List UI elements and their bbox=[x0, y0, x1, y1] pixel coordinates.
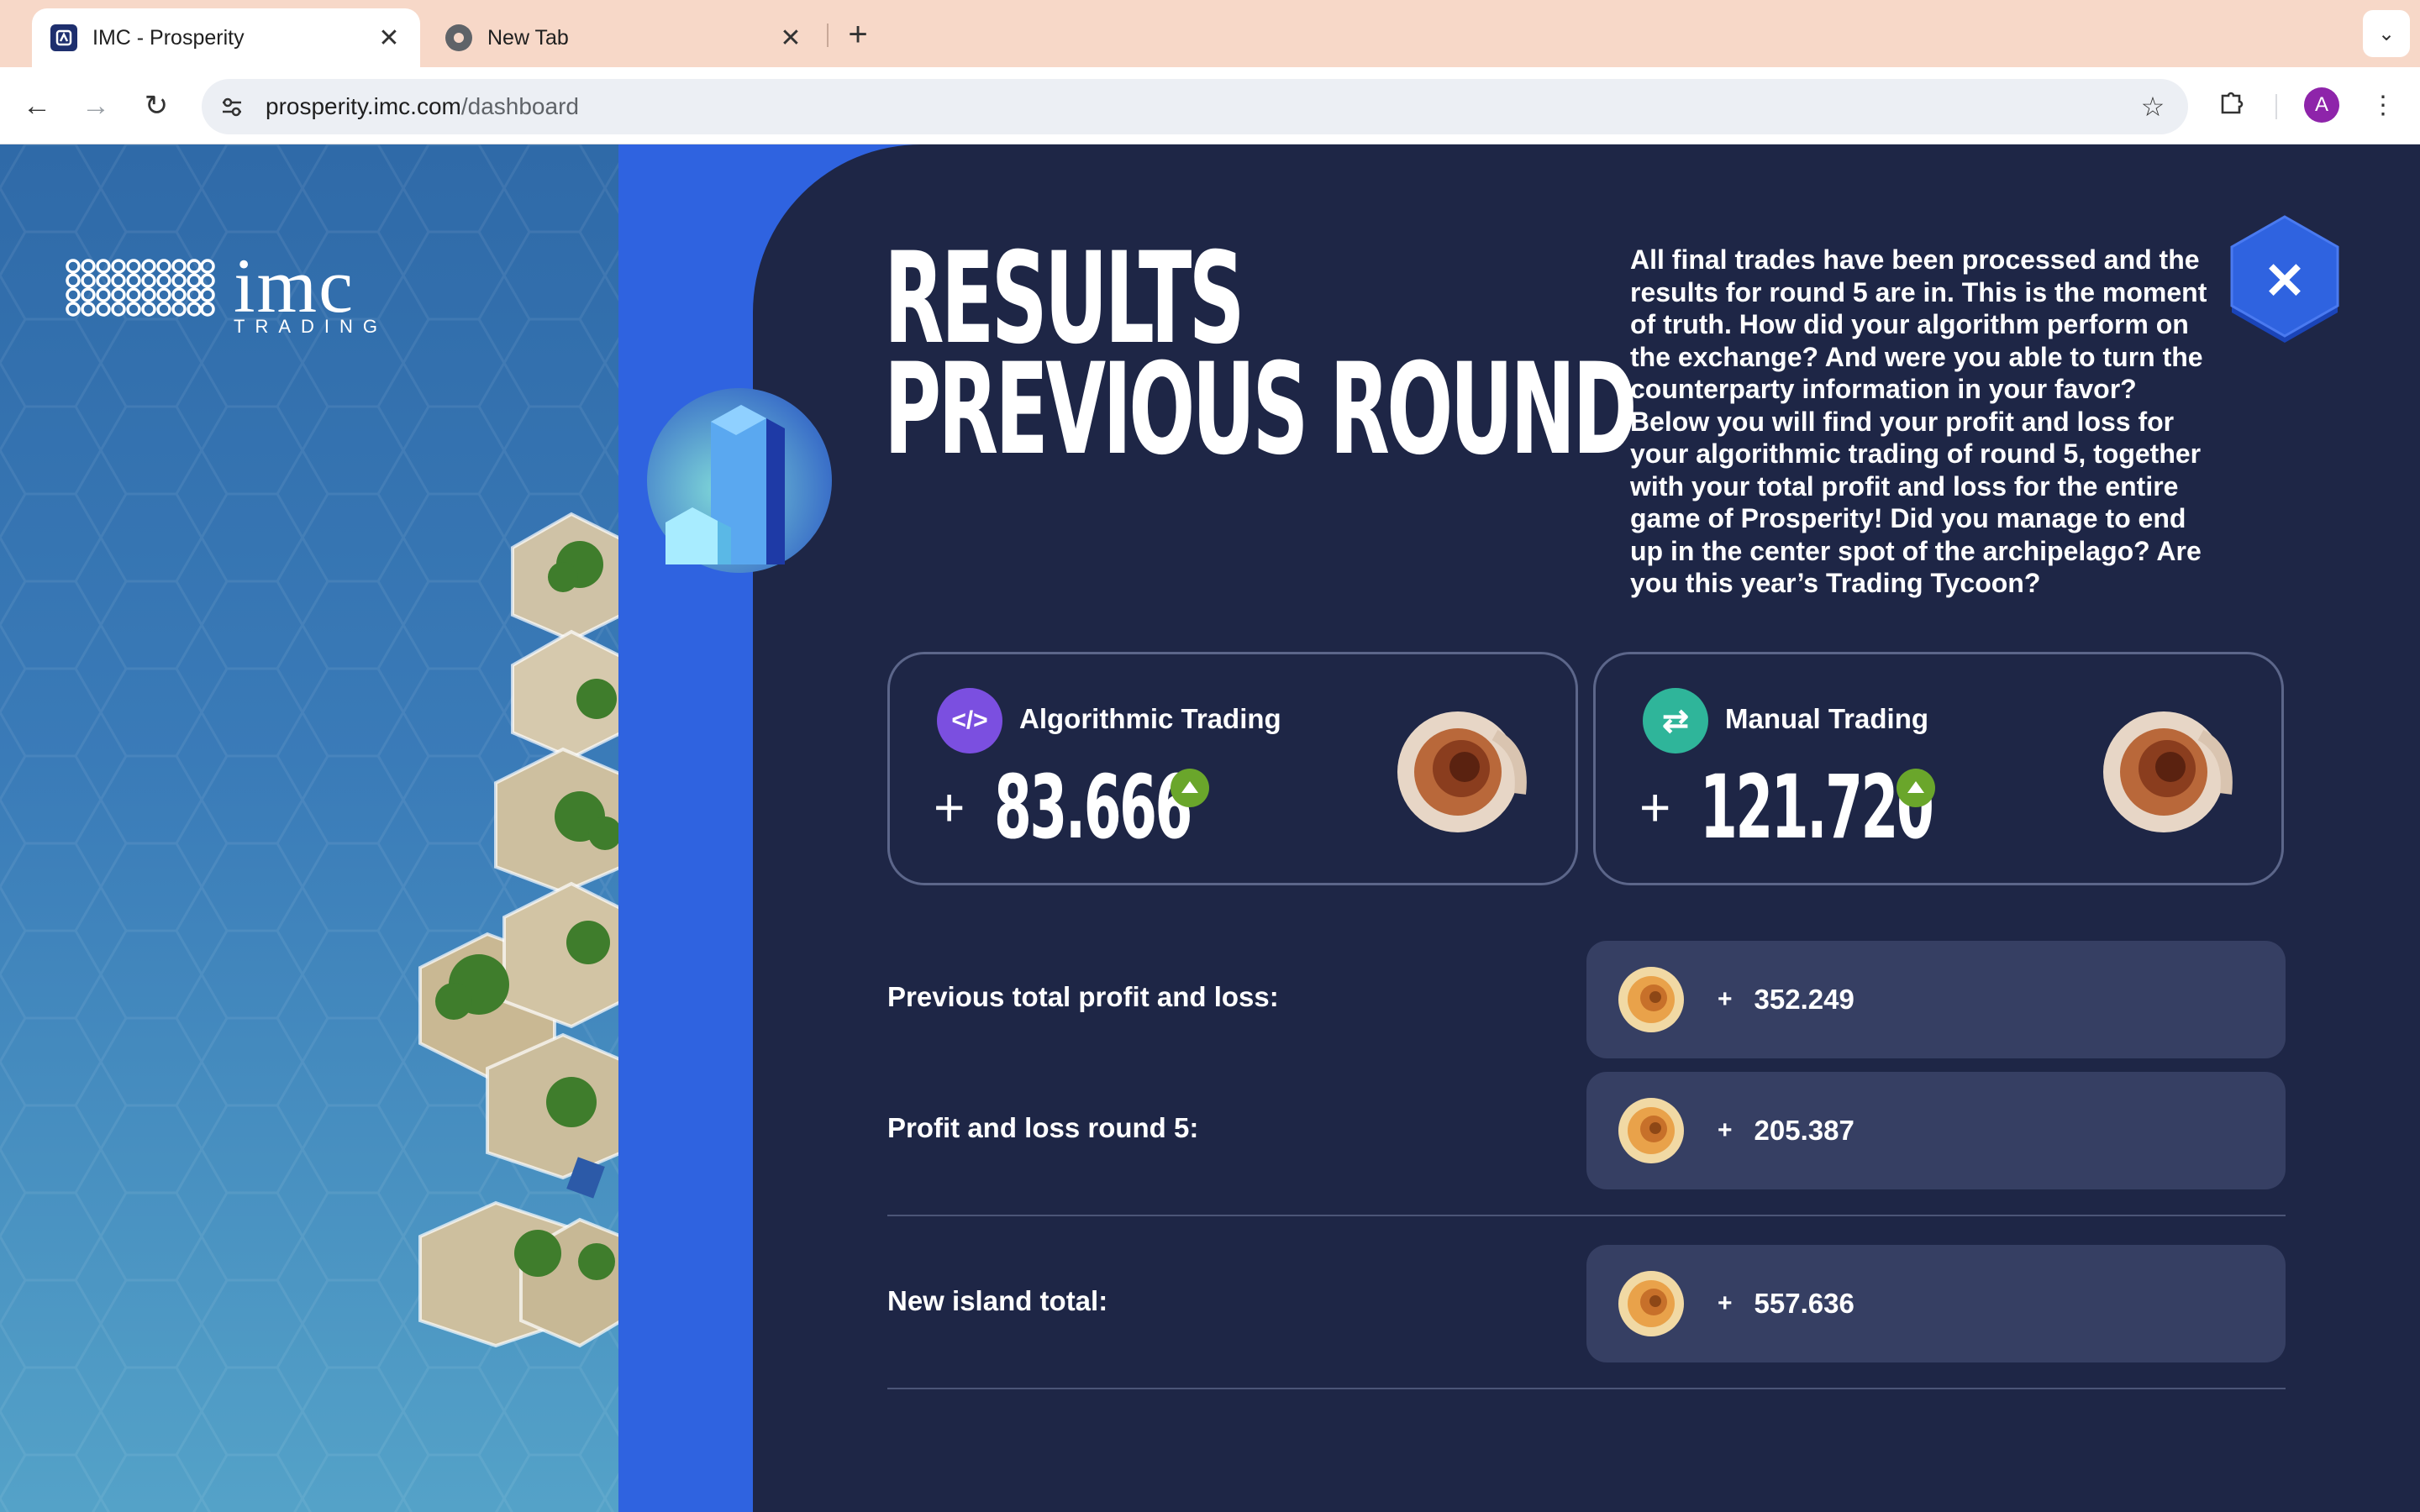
url-text: prosperity.imc.com/dashboard bbox=[266, 93, 2134, 120]
skyscraper-badge-icon bbox=[647, 388, 832, 573]
tab-search-chevron-icon[interactable]: ⌄ bbox=[2363, 10, 2410, 57]
title-line-2: PREVIOUS ROUND bbox=[884, 337, 1638, 483]
tab-imc-prosperity[interactable]: IMC - Prosperity ✕ bbox=[32, 8, 420, 67]
logo-imc-text: imc bbox=[234, 243, 355, 328]
reload-icon[interactable]: ↻ bbox=[138, 87, 175, 124]
shell-coin-icon bbox=[1618, 1098, 1684, 1163]
address-bar[interactable]: prosperity.imc.com/dashboard ☆ bbox=[202, 79, 2188, 134]
previous-total-label: Previous total profit and loss: bbox=[887, 981, 1279, 1012]
url-path: /dashboard bbox=[460, 93, 579, 119]
card-sign: + bbox=[934, 777, 965, 837]
close-x-icon: ✕ bbox=[2263, 253, 2307, 309]
card-sign: + bbox=[1639, 777, 1671, 837]
trend-up-icon bbox=[1171, 769, 1209, 807]
close-button[interactable]: ✕ bbox=[2225, 215, 2344, 348]
shell-coin-icon bbox=[1618, 967, 1684, 1032]
card-label: Manual Trading bbox=[1725, 703, 1929, 734]
url-host: prosperity.imc.com bbox=[266, 93, 461, 119]
value-sign: + bbox=[1718, 1289, 1733, 1317]
card-label: Algorithmic Trading bbox=[1019, 703, 1281, 734]
new-tab-plus-icon[interactable]: + bbox=[839, 15, 877, 54]
bookmark-star-icon[interactable]: ☆ bbox=[2134, 91, 2171, 123]
value-sign: + bbox=[1718, 985, 1733, 1013]
manual-trading-card: ⇄ Manual Trading + 121.720 bbox=[1593, 652, 2284, 885]
tab-title: IMC - Prosperity bbox=[92, 25, 245, 50]
round-pnl-value-pill: + 205.387 bbox=[1586, 1072, 2286, 1189]
intro-text: All final trades have been processed and… bbox=[1630, 244, 2207, 598]
card-value: 121.720 bbox=[1700, 756, 1934, 858]
island-total-value-pill: + 557.636 bbox=[1586, 1245, 2286, 1362]
value-amount: 205.387 bbox=[1754, 1115, 1854, 1146]
island-total-label: New island total: bbox=[887, 1285, 1108, 1316]
value-amount: 352.249 bbox=[1754, 984, 1854, 1015]
value-sign: + bbox=[1718, 1116, 1733, 1144]
round-pnl-label: Profit and loss round 5: bbox=[887, 1112, 1199, 1143]
tab-close-icon[interactable]: ✕ bbox=[376, 24, 402, 53]
imc-favicon-icon bbox=[50, 24, 77, 51]
page-title: RESULTS PREVIOUS ROUND bbox=[884, 236, 1638, 483]
tab-close-icon[interactable]: ✕ bbox=[778, 24, 803, 53]
back-arrow-icon[interactable]: ← bbox=[18, 87, 55, 124]
tab-title: New Tab bbox=[487, 25, 569, 50]
shell-currency-icon bbox=[2103, 711, 2233, 832]
chrome-favicon-icon bbox=[445, 24, 472, 51]
results-page: imc TRADING RESULTS PREVIOUS ROUND All f… bbox=[0, 144, 2420, 1512]
logo-trading-text: TRADING bbox=[234, 316, 387, 337]
divider bbox=[887, 1215, 2286, 1216]
forward-arrow-icon[interactable]: → bbox=[77, 87, 114, 124]
code-icon: </> bbox=[937, 688, 1002, 753]
logo-dots-icon bbox=[66, 259, 215, 317]
shell-coin-icon bbox=[1618, 1271, 1684, 1336]
profile-avatar[interactable]: A bbox=[2304, 87, 2339, 123]
divider bbox=[887, 1388, 2286, 1389]
toolbar-separator bbox=[2275, 94, 2277, 119]
algorithmic-trading-card: </> Algorithmic Trading + 83.666 bbox=[887, 652, 1578, 885]
previous-total-value-pill: + 352.249 bbox=[1586, 941, 2286, 1058]
trend-up-icon bbox=[1897, 769, 1935, 807]
imc-trading-logo: imc TRADING bbox=[66, 243, 387, 338]
browser-tab-bar: IMC - Prosperity ✕ New Tab ✕ + ⌄ bbox=[0, 0, 2420, 67]
value-amount: 557.636 bbox=[1754, 1288, 1854, 1319]
archipelago-islands-illustration bbox=[418, 512, 622, 1348]
browser-toolbar: ← → ↻ prosperity.imc.com/dashboard ☆ ⋮ bbox=[0, 67, 2420, 144]
browser-menu-kebab-icon[interactable]: ⋮ bbox=[2365, 87, 2402, 124]
tab-separator bbox=[827, 24, 829, 47]
swap-arrows-icon: ⇄ bbox=[1643, 688, 1708, 753]
shell-currency-icon bbox=[1397, 711, 1527, 832]
tab-new-tab[interactable]: New Tab ✕ bbox=[427, 8, 822, 67]
site-info-icon[interactable] bbox=[215, 90, 249, 123]
extensions-puzzle-icon[interactable] bbox=[2213, 87, 2250, 124]
card-value: 83.666 bbox=[994, 756, 1192, 858]
